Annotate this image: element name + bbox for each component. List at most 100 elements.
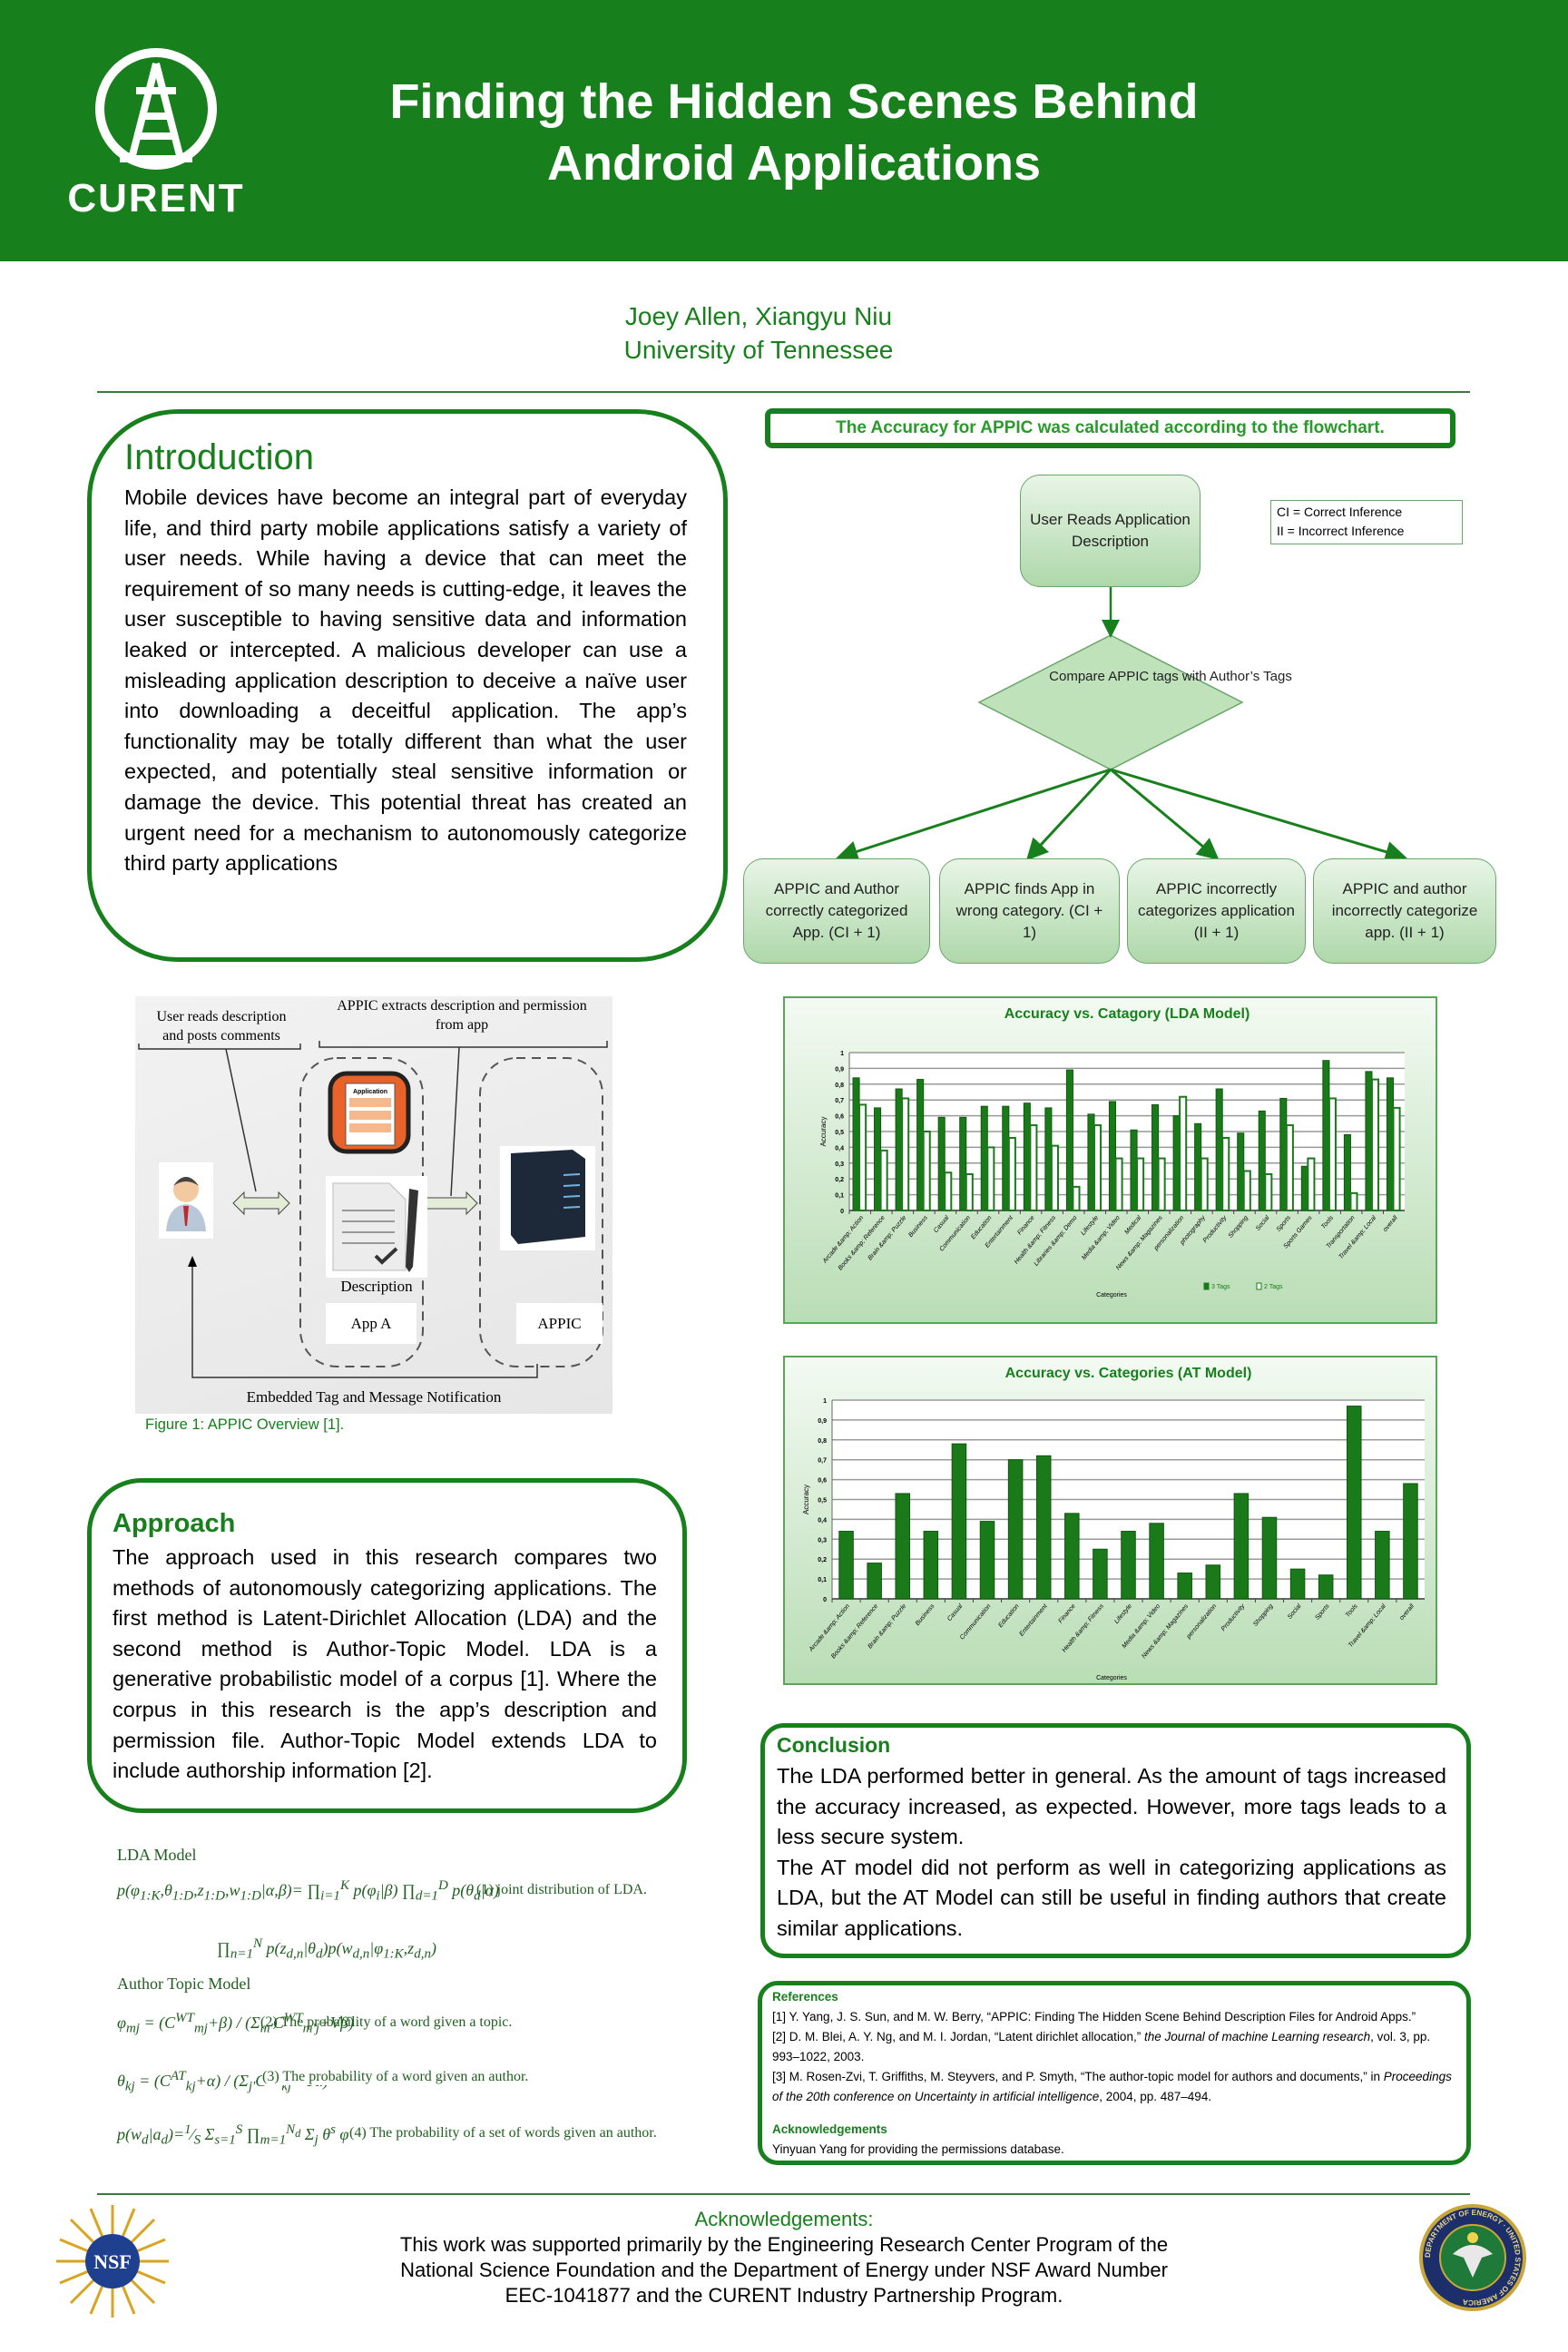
legend-swatch xyxy=(1256,1282,1262,1290)
bar xyxy=(874,1107,882,1211)
x-tick-label: Finance xyxy=(1057,1603,1076,1625)
bar xyxy=(1322,1060,1330,1211)
flowchart-decision-label: Compare APPIC tags with Author’s Tags xyxy=(1049,669,1292,684)
bar xyxy=(1136,1157,1145,1211)
label-feedback: Embedded Tag and Message Notification xyxy=(246,1388,502,1406)
conclusion-paragraph: The LDA performed better in general. As … xyxy=(777,1764,1446,1849)
y-tick-label: 0 xyxy=(840,1209,844,1215)
nsf-logo: NSF xyxy=(56,2205,169,2318)
x-tick-label: Finance xyxy=(1016,1215,1035,1237)
x-tick-label: Arcade &amp; Action xyxy=(821,1215,865,1266)
x-tick-label: Medical xyxy=(1123,1214,1142,1235)
x-tick-label: Productivity xyxy=(1220,1602,1247,1632)
footer-acknowledgements: Acknowledgements: This work was supporte… xyxy=(272,2207,1296,2308)
y-axis-label: Accuracy xyxy=(802,1485,810,1514)
bar xyxy=(1157,1157,1166,1211)
description-document-icon xyxy=(326,1176,427,1278)
equation-4-description: (4) The probability of a set of words gi… xyxy=(349,2125,657,2141)
x-tick-label: Lifestyle xyxy=(1113,1603,1133,1625)
bar xyxy=(951,1443,967,1600)
bar xyxy=(1392,1106,1401,1211)
figure-caption: Figure 1: APPIC Overview [1]. xyxy=(145,1416,345,1433)
x-tick-label: Education xyxy=(970,1215,993,1240)
poster-title: Finding the Hidden Scenes Behind Android… xyxy=(272,71,1316,194)
x-tick-label: Media &amp; Video xyxy=(1081,1215,1122,1261)
bar xyxy=(1221,1136,1230,1212)
divider xyxy=(97,2193,1470,2195)
bar xyxy=(980,1105,988,1211)
conclusion-paragraph: The AT model did not perform as well in … xyxy=(777,1855,1446,1940)
flowchart-outcome: APPIC incorrectly categorizes applicatio… xyxy=(1127,858,1306,964)
x-tick-label: Health &amp; Fitness xyxy=(1014,1214,1058,1265)
y-tick-label: 0,7 xyxy=(835,1098,844,1104)
bar xyxy=(1130,1129,1138,1211)
bar xyxy=(1285,1124,1294,1211)
chart-title: Accuracy vs. Categories (AT Model) xyxy=(1005,1366,1252,1381)
affiliation: University of Tennessee xyxy=(623,336,894,364)
bar xyxy=(1289,1568,1306,1600)
x-tick-label: Business xyxy=(915,1602,936,1627)
conclusion-body: The LDA performed better in general. As … xyxy=(777,1761,1446,1945)
equation-4: p(wd|ad)=1⁄S Σs=1S ∏m=1Nd Σj θs φs xyxy=(117,2122,355,2149)
x-tick-label: News &amp; Magazines xyxy=(1141,1602,1190,1660)
label-app-a: App A xyxy=(326,1303,416,1344)
label-description: Description xyxy=(340,1278,413,1295)
bar xyxy=(979,1521,995,1600)
bar xyxy=(1328,1097,1337,1211)
y-tick-label: 0,7 xyxy=(818,1458,827,1465)
nsf-logo-text: NSF xyxy=(93,2250,132,2273)
y-tick-label: 0,1 xyxy=(818,1577,827,1583)
reference-text: , 2004, pp. 487–494. xyxy=(1099,2090,1212,2103)
bar xyxy=(965,1172,974,1211)
bar xyxy=(1386,1077,1395,1211)
title-line: Android Applications xyxy=(547,136,1041,191)
at-heading: Author Topic Model xyxy=(117,1975,251,1993)
bar xyxy=(852,1077,860,1211)
reference-text: [3] M. Rosen-Zvi, T. Griffiths, M. Steyv… xyxy=(772,2070,1384,2083)
author-block: Joey Allen, Xiangyu Niu University of Te… xyxy=(363,299,1154,367)
label-appic-extracts: APPIC extracts description and permissio… xyxy=(337,998,587,1033)
x-tick-label: Entertainment xyxy=(1018,1602,1049,1638)
bar xyxy=(1349,1191,1358,1211)
chart-title: Accuracy vs. Catagory (LDA Model) xyxy=(1004,1006,1250,1022)
bar xyxy=(1205,1564,1221,1600)
bar xyxy=(1149,1523,1164,1600)
flowchart-outcome: APPIC finds App in wrong category. (CI +… xyxy=(939,858,1120,964)
bar xyxy=(1194,1122,1202,1211)
bar xyxy=(1050,1144,1059,1211)
y-tick-label: 0 xyxy=(823,1597,827,1603)
introduction-body: Mobile devices have become an integral p… xyxy=(124,485,687,876)
y-axis-label: Accuracy xyxy=(819,1117,828,1147)
x-tick-label: Social xyxy=(1255,1214,1271,1231)
bar xyxy=(937,1116,946,1211)
lda-accuracy-chart: Accuracy vs. Catagory (LDA Model) 0 0,1 0,2… xyxy=(783,996,1437,1324)
curent-logo-text: CURENT xyxy=(67,176,244,220)
bar xyxy=(1261,1516,1278,1600)
bar xyxy=(858,1103,867,1211)
y-tick-label: 0,5 xyxy=(818,1498,827,1504)
x-tick-label: Libraries &amp; Demo xyxy=(1034,1215,1079,1268)
equations-block: LDA Model p(φ1:K,θ1:D,z1:D,w1:D|α,β)= ∏i… xyxy=(117,1846,662,2163)
x-tick-label: Tools xyxy=(1320,1214,1335,1230)
flowchart-banner: The Accuracy for APPIC was calculated ac… xyxy=(765,408,1455,448)
bar xyxy=(1029,1124,1038,1211)
bar xyxy=(923,1531,939,1600)
y-tick-label: 0,8 xyxy=(818,1438,827,1445)
y-tick-label: 0,6 xyxy=(835,1114,844,1121)
bar xyxy=(1179,1095,1188,1211)
flowchart-outcome: APPIC and Author correctly categorized A… xyxy=(743,858,930,964)
authors: Joey Allen, Xiangyu Niu xyxy=(624,302,893,330)
bar xyxy=(1242,1170,1251,1211)
bar xyxy=(1318,1574,1334,1600)
at-accuracy-chart: Accuracy vs. Categories (AT Model) 0 0,1 0,… xyxy=(783,1356,1437,1685)
introduction-title: Introduction xyxy=(124,437,315,477)
reference-item: [2] D. M. Blei, A. Y. Ng, and M. I. Jord… xyxy=(772,2027,1457,2067)
legend-swatch xyxy=(1203,1282,1210,1290)
y-tick-label: 0,5 xyxy=(835,1130,844,1136)
bar xyxy=(1072,1185,1081,1211)
divider xyxy=(97,391,1470,393)
server-icon xyxy=(500,1146,595,1250)
x-tick-label: Casual xyxy=(946,1602,965,1622)
x-tick-label: Sports xyxy=(1276,1214,1293,1232)
bar xyxy=(1258,1110,1266,1211)
